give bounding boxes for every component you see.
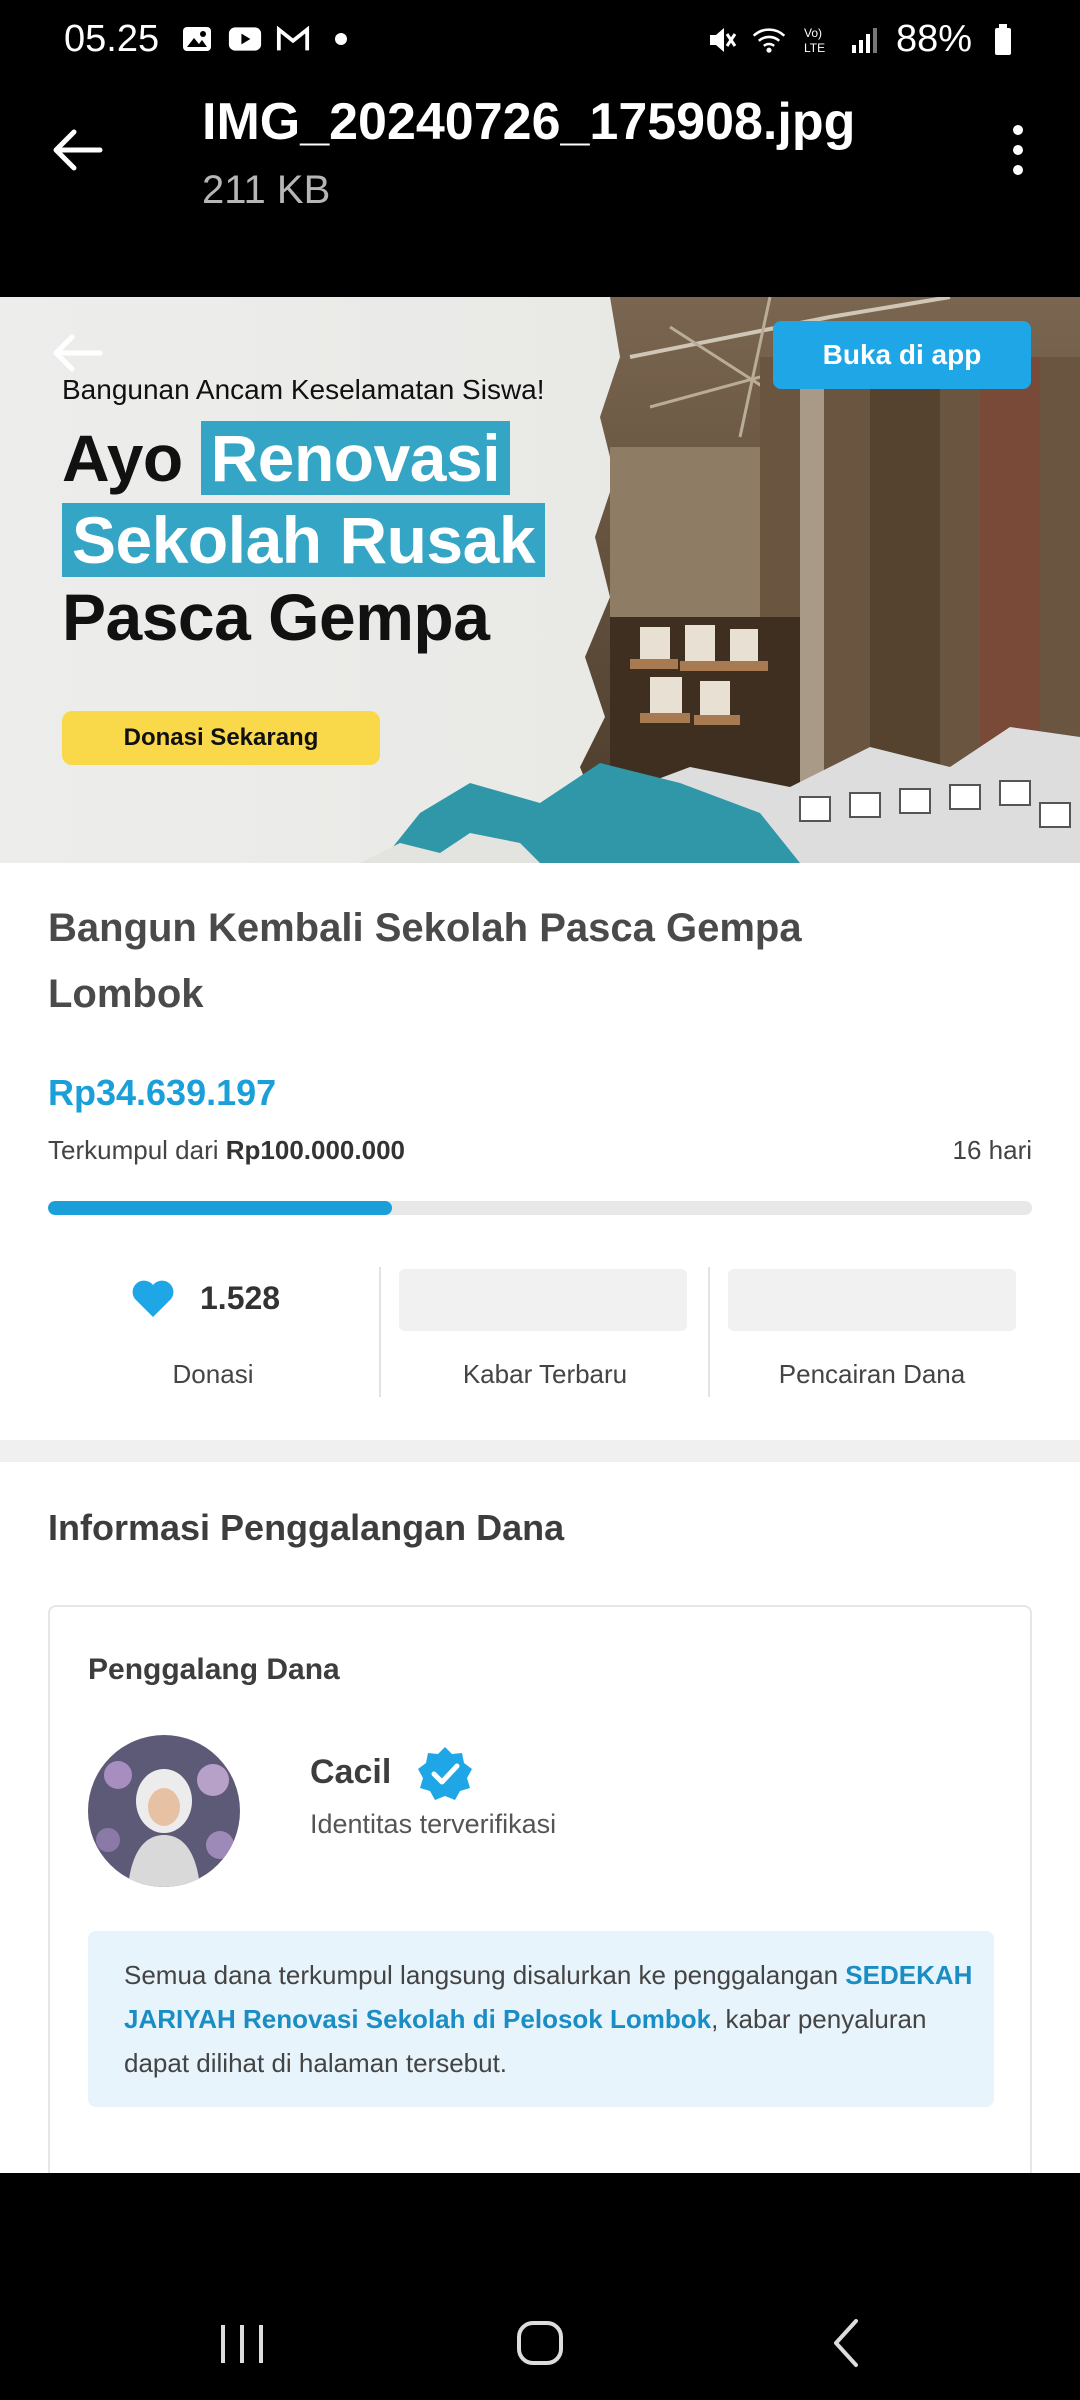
disbursement-note: Semua dana terkumpul langsung disalurkan… (88, 1931, 994, 2107)
file-size: 211 KB (202, 168, 331, 212)
dot-icon (324, 22, 358, 56)
open-in-app-button[interactable]: Buka di app (773, 321, 1031, 389)
note-text-start: Semua dana terkumpul langsung disalurkan… (124, 1960, 846, 1990)
headline-highlight: Sekolah Rusak (62, 503, 546, 577)
arrow-left-icon (53, 129, 103, 171)
back-button[interactable] (40, 110, 120, 190)
recents-icon (221, 2325, 263, 2363)
more-options-button[interactable] (1000, 120, 1036, 180)
donor-count-row: 1.528 (130, 1277, 280, 1319)
stat-donations[interactable]: 1.528 Donasi (48, 1267, 378, 1397)
donations-label: Donasi (172, 1359, 254, 1389)
image-content: Buka di app Bangunan Ancam Keselamatan S… (0, 297, 1080, 2173)
target-prefix: Terkumpul dari (48, 1135, 219, 1165)
target-text: Terkumpul dari Rp100.000.000 (48, 1135, 405, 1166)
campaign-banner: Buka di app Bangunan Ancam Keselamatan S… (0, 297, 1080, 863)
youtube-icon (228, 22, 262, 56)
wifi-icon (752, 23, 786, 57)
verified-status: Identitas terverifikasi (310, 1809, 557, 1839)
battery-percent: 88% (895, 18, 972, 60)
progress-fill (48, 1201, 393, 1215)
notification-icons (180, 22, 358, 56)
banner-back-button[interactable] (48, 327, 108, 379)
section-divider (0, 1440, 1080, 1462)
battery-icon (986, 23, 1020, 57)
system-nav-bar (0, 2173, 1080, 2400)
note-text: Semua dana terkumpul langsung disalurkan… (124, 1953, 984, 2085)
raised-amount: Rp34.639.197 (48, 1072, 277, 1113)
more-vertical-icon (1013, 125, 1023, 175)
loading-placeholder (728, 1269, 1016, 1331)
headline-word: Ayo (62, 421, 183, 495)
gallery-icon (180, 22, 214, 56)
verified-badge-icon (418, 1747, 472, 1800)
file-name: IMG_20240726_175908.jpg (202, 93, 856, 151)
donor-count: 1.528 (200, 1279, 281, 1316)
updates-label: Kabar Terbaru (462, 1359, 628, 1389)
stat-disbursement[interactable]: Pencairan Dana (708, 1267, 1034, 1397)
headline-line-3: Pasca Gempa (62, 580, 490, 654)
home-icon (517, 2321, 563, 2365)
progress-bar (48, 1201, 1032, 1215)
signal-icon (848, 23, 882, 57)
system-icons: Vo) LTE 88% (704, 18, 1020, 61)
gmail-icon (276, 22, 310, 56)
system-back-button[interactable] (812, 2313, 882, 2373)
stat-updates[interactable]: Kabar Terbaru (379, 1267, 709, 1397)
days-left: 16 hari (952, 1135, 1033, 1165)
fundraiser-label: Penggalang Dana (88, 1653, 340, 1686)
recent-apps-button[interactable] (207, 2313, 277, 2373)
mute-icon (704, 23, 738, 57)
disbursement-label: Pencairan Dana (778, 1359, 966, 1389)
status-bar: 05.25 Vo) LTE 88% (0, 0, 1080, 80)
svg-text:LTE: LTE (804, 41, 825, 55)
avatar-image (88, 1735, 240, 1887)
home-button[interactable] (505, 2313, 575, 2373)
target-amount: Rp100.000.000 (225, 1135, 405, 1165)
banner-tagline: Bangunan Ancam Keselamatan Siswa! (62, 374, 545, 405)
fundraiser-avatar[interactable] (88, 1735, 240, 1887)
headline-line-2: Sekolah Rusak (62, 503, 546, 577)
campaign-stats: 1.528 Donasi Kabar Terbaru Pencairan Dan… (48, 1267, 1032, 1397)
chevron-left-icon (834, 2319, 858, 2367)
campaign-title: Bangun Kembali Sekolah Pasca Gempa Lombo… (48, 906, 802, 1016)
status-time: 05.25 (64, 18, 160, 60)
fundraising-info-heading: Informasi Penggalangan Dana (48, 1507, 565, 1548)
volte-icon: Vo) LTE (800, 23, 834, 57)
headline-highlight: Renovasi (200, 421, 511, 495)
arrow-left-icon (53, 334, 103, 372)
donate-now-button[interactable]: Donasi Sekarang (62, 711, 380, 765)
fundraiser-name: Cacil (310, 1753, 392, 1791)
headline-line-1: Ayo Renovasi (62, 421, 511, 495)
loading-placeholder (399, 1269, 687, 1331)
svg-text:Vo): Vo) (804, 26, 822, 40)
fundraiser-card: Penggalang Dana Cacil Identitas terverif… (48, 1605, 1032, 2173)
heart-icon (132, 1280, 174, 1317)
